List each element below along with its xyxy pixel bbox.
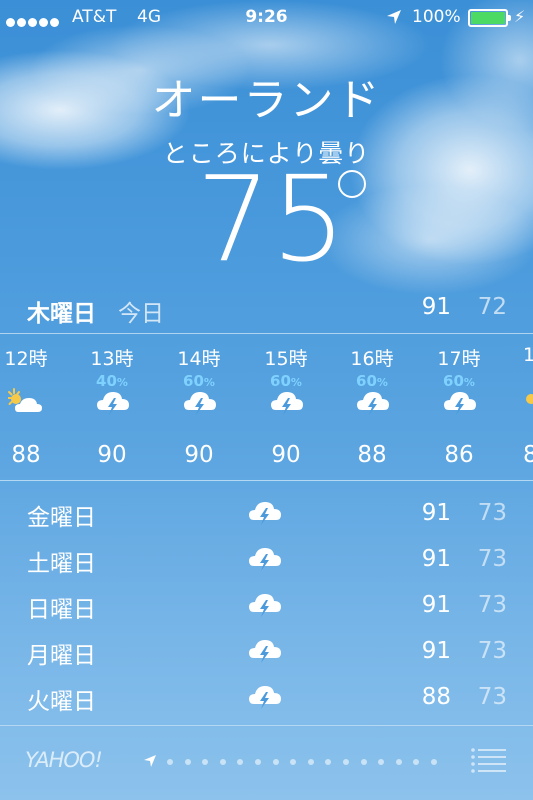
hour-column: 16時 60% 88 (332, 334, 412, 480)
page-dot (272, 759, 279, 765)
thunderstorm-icon (249, 594, 281, 617)
hour-column: 1 8 (505, 334, 533, 480)
weekday: 金曜日 (27, 505, 96, 531)
hour-label: 17時 (437, 348, 481, 370)
daily-row: 日曜日 91 73 (0, 580, 533, 626)
thunderstorm-icon (357, 392, 389, 415)
weekday: 日曜日 (27, 597, 96, 623)
hour-temp: 88 (11, 442, 41, 468)
low-temp: 73 (477, 638, 507, 664)
today-high: 91 (421, 294, 451, 320)
today-weekday: 木曜日 (27, 301, 96, 327)
page-dot (290, 759, 297, 765)
weekday: 火曜日 (27, 689, 96, 715)
hour-label: 15時 (264, 348, 308, 370)
current-temperature: 75 (196, 160, 366, 278)
partly-sunny-icon (8, 388, 42, 412)
hour-column: 12時 88 (0, 334, 66, 480)
page-dot (413, 759, 420, 765)
low-temp: 73 (477, 684, 507, 710)
partly-sunny-icon (526, 394, 533, 404)
hour-label: 16時 (350, 348, 394, 370)
thunderstorm-icon (184, 392, 216, 415)
weekday: 月曜日 (27, 643, 96, 669)
hour-temp: 90 (184, 442, 214, 468)
page-dot (360, 759, 367, 765)
hour-temp: 8 (523, 442, 533, 468)
page-dot (395, 759, 402, 765)
page-dot (167, 759, 173, 765)
footer-toolbar: YAHOO! (0, 728, 533, 800)
hour-temp: 90 (271, 442, 301, 468)
hour-column: 17時 60% 86 (419, 334, 499, 480)
hour-column: 15時 60% 90 (246, 334, 326, 480)
thunderstorm-icon (444, 392, 476, 415)
page-dot (378, 759, 385, 765)
weekday: 土曜日 (27, 551, 96, 577)
page-dot (255, 759, 261, 765)
status-bar: AT&T 4G 9:26 100% ⚡ (0, 0, 533, 36)
thunderstorm-icon (271, 392, 303, 415)
today-label: 今日 (118, 301, 164, 327)
hour-column: 13時 40% 90 (72, 334, 152, 480)
current-temperature-value: 75 (196, 150, 347, 288)
hour-temp: 86 (444, 442, 474, 468)
daily-row: 火曜日 88 73 (0, 672, 533, 718)
hour-label: 12時 (4, 348, 48, 370)
daily-row: 土曜日 91 73 (0, 534, 533, 580)
battery-percent: 100% (412, 7, 461, 27)
high-temp: 88 (421, 684, 451, 710)
low-temp: 73 (477, 546, 507, 572)
high-temp: 91 (421, 546, 451, 572)
battery-icon (468, 9, 511, 27)
divider (0, 480, 533, 481)
page-dot (219, 759, 226, 765)
hour-label: 14時 (177, 348, 221, 370)
page-dot (202, 759, 209, 765)
charging-bolt-icon: ⚡ (514, 7, 526, 26)
thunderstorm-icon (249, 502, 281, 525)
page-dot (343, 759, 349, 765)
today-summary: 木曜日 今日 91 72 (0, 290, 533, 330)
yahoo-logo-link[interactable]: YAHOO! (25, 748, 103, 772)
hourly-forecast[interactable]: 12時 88 13時 40% 90 14時 60% 90 15時 60% 90 … (0, 334, 533, 480)
location-arrow-icon (144, 755, 156, 767)
page-dot (237, 759, 244, 765)
page-dot (307, 759, 314, 765)
hour-label: 13時 (90, 348, 134, 370)
hour-column: 14時 60% 90 (159, 334, 239, 480)
degree-symbol (338, 170, 366, 198)
daily-forecast: 金曜日 91 73 土曜日 91 73 日曜日 91 73 月曜日 91 73 … (0, 486, 533, 716)
high-temp: 91 (421, 500, 451, 526)
list-icon[interactable] (470, 746, 508, 776)
page-dot (431, 759, 437, 765)
thunderstorm-icon (249, 686, 281, 709)
thunderstorm-icon (249, 548, 281, 571)
low-temp: 73 (477, 592, 507, 618)
hour-temp: 90 (97, 442, 127, 468)
today-low: 72 (477, 294, 507, 320)
high-temp: 91 (421, 592, 451, 618)
hour-label: 1 (523, 344, 533, 366)
divider (0, 725, 533, 726)
thunderstorm-icon (97, 392, 129, 415)
location-arrow-icon (387, 10, 401, 24)
daily-row: 月曜日 91 73 (0, 626, 533, 672)
page-indicator[interactable] (143, 755, 443, 769)
hour-temp: 88 (357, 442, 387, 468)
low-temp: 73 (477, 500, 507, 526)
page-dot (325, 759, 332, 765)
thunderstorm-icon (249, 640, 281, 663)
page-dot (184, 759, 191, 765)
high-temp: 91 (421, 638, 451, 664)
daily-row: 金曜日 91 73 (0, 488, 533, 534)
city-name: オーランド (151, 75, 382, 126)
